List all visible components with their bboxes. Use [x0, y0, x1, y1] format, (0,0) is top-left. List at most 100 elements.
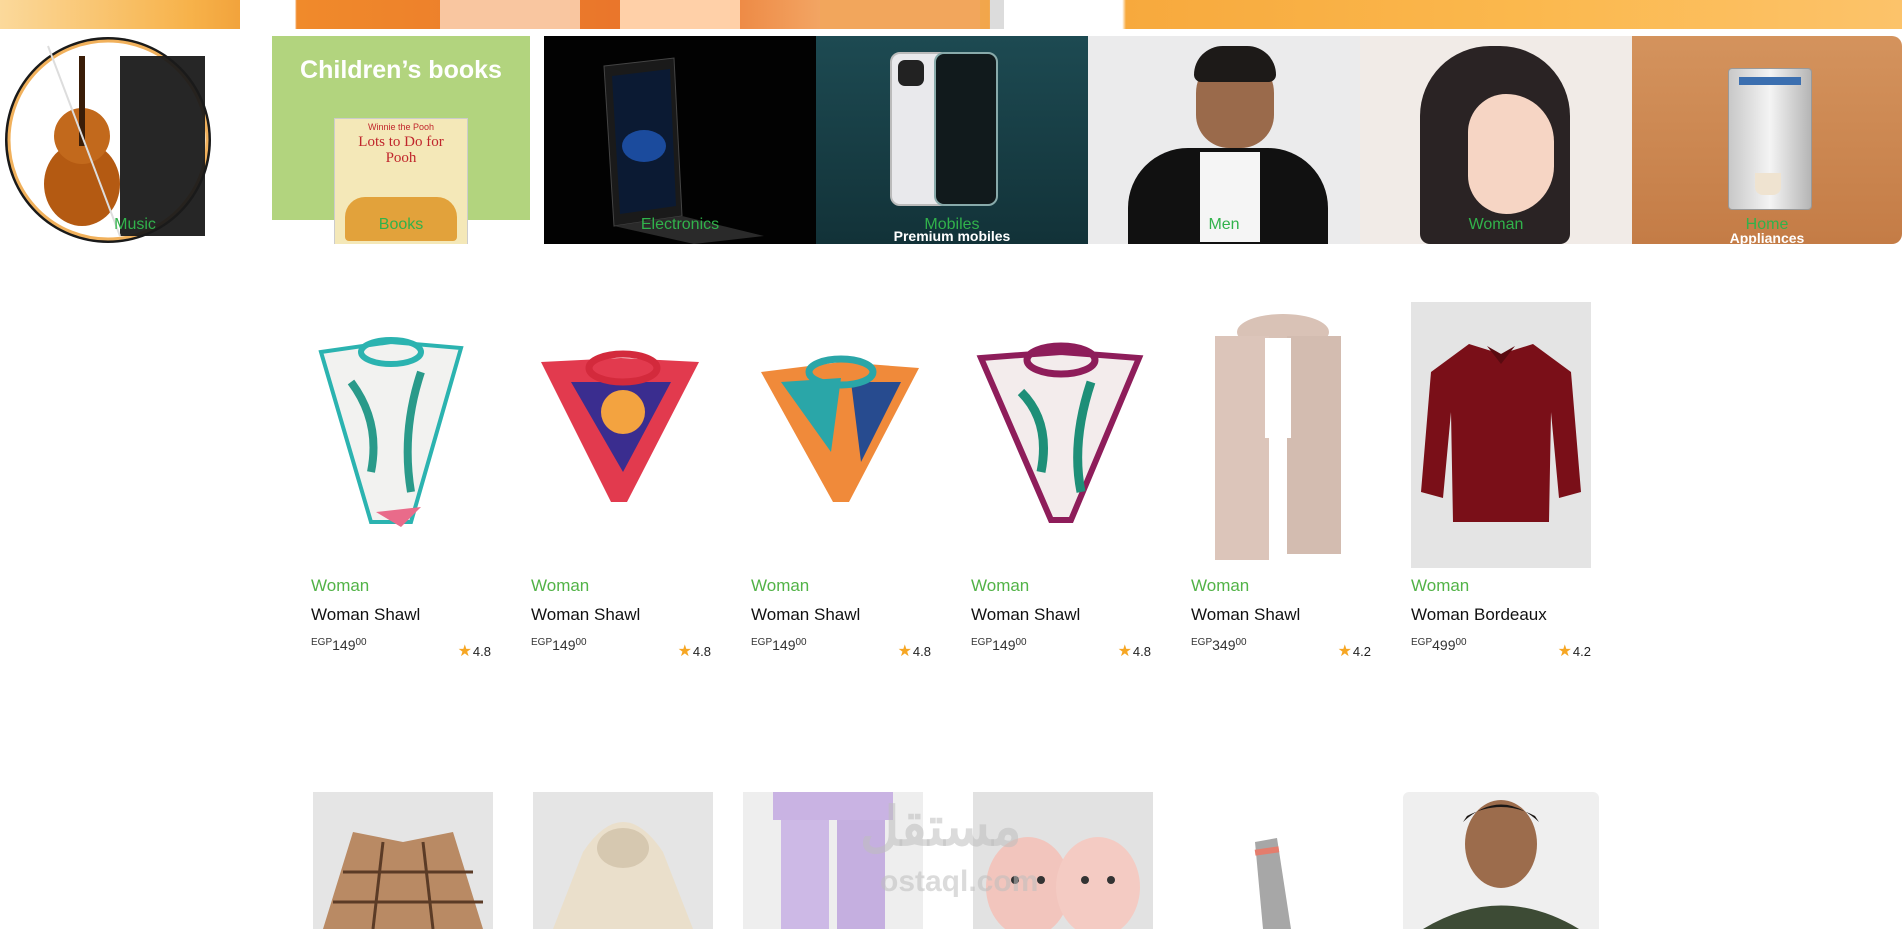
camera-module	[898, 60, 924, 86]
product-image	[531, 302, 711, 568]
price-dec: 00	[1235, 637, 1247, 648]
product-card[interactable]: Woman Woman Shawl EGP14900 ★4.8	[311, 302, 491, 660]
price-dec: 00	[355, 637, 367, 648]
product-card[interactable]: Woman Woman Shawl EGP34900 ★4.2	[1191, 302, 1371, 660]
banner-shape	[620, 0, 740, 29]
plaid-shirt-icon	[323, 832, 483, 929]
product-card-image[interactable]	[1403, 792, 1599, 929]
product-price: EGP34900	[1191, 637, 1247, 653]
star-icon: ★	[897, 643, 912, 660]
star-icon: ★	[1557, 643, 1572, 660]
category-label: Woman	[1468, 216, 1524, 233]
star-icon: ★	[1117, 643, 1132, 660]
product-card[interactable]: Woman Woman Shawl EGP14900 ★4.8	[971, 302, 1151, 660]
star-icon: ★	[677, 643, 692, 660]
product-card[interactable]: Woman Woman Shawl EGP14900 ★4.8	[751, 302, 931, 660]
currency: EGP	[531, 637, 553, 648]
price-dec: 00	[1015, 637, 1027, 648]
coffee-cup	[1755, 173, 1781, 195]
product-image	[1191, 302, 1371, 568]
socks-icon	[1254, 838, 1291, 929]
product-title[interactable]: Woman Shawl	[751, 605, 931, 625]
product-meta: EGP14900 ★4.8	[311, 637, 491, 660]
currency: EGP	[1411, 637, 1433, 648]
category-mobiles[interactable]: Premium mobiles Mobiles	[816, 36, 1088, 244]
category-label: Men	[1208, 216, 1240, 233]
product-card-image[interactable]	[313, 792, 493, 929]
banner-shape	[820, 0, 980, 29]
product-category: Woman	[311, 576, 370, 595]
currency: EGP	[311, 637, 333, 648]
product-image	[311, 302, 491, 568]
product-rating: ★4.8	[678, 641, 711, 661]
product-meta: EGP14900 ★4.8	[751, 637, 931, 660]
product-card-image[interactable]	[1193, 792, 1373, 929]
top-banner[interactable]	[0, 0, 1902, 29]
price-dec: 00	[575, 637, 587, 648]
price-int: 149	[552, 637, 576, 653]
category-woman[interactable]: Woman	[1360, 36, 1632, 244]
category-home[interactable]: Appliances Home	[1632, 36, 1902, 244]
product-rating: ★4.8	[458, 641, 491, 661]
product-price: EGP14900	[311, 637, 367, 653]
category-label: Home	[1745, 216, 1789, 233]
category-strip: Music Children’s books Winnie the Pooh L…	[0, 36, 1902, 244]
product-image	[971, 302, 1151, 568]
product-title[interactable]: Woman Shawl	[971, 605, 1151, 625]
product-category: Woman	[751, 576, 810, 595]
price-int: 149	[992, 637, 1016, 653]
currency: EGP	[751, 637, 773, 648]
product-rating: ★4.8	[1118, 641, 1151, 661]
product-category: Woman	[1411, 576, 1470, 595]
product-card-image[interactable]	[533, 792, 713, 929]
product-image	[751, 302, 931, 568]
category-electronics[interactable]: Electronics	[544, 36, 816, 244]
woman-face	[1468, 94, 1554, 214]
shirt-icon	[1421, 344, 1581, 522]
scarf-icon	[318, 337, 464, 527]
phone-image	[934, 52, 998, 206]
banner-shape	[440, 0, 580, 29]
coffee-machine-image	[1728, 68, 1812, 210]
product-price: EGP14900	[971, 637, 1027, 653]
laptop-icon	[603, 57, 764, 244]
category-men[interactable]: Men	[1088, 36, 1360, 244]
product-card[interactable]: Woman Woman Shawl EGP14900 ★4.8	[531, 302, 711, 660]
product-price: EGP14900	[531, 637, 587, 653]
scarf-icon	[976, 342, 1144, 523]
watermark: مستقل	[860, 797, 1022, 857]
product-title[interactable]: Woman Shawl	[1191, 605, 1371, 625]
rating-value: 4.8	[912, 644, 931, 659]
books-banner-title: Children’s books	[300, 56, 502, 84]
rating-value: 4.2	[1572, 644, 1591, 659]
product-category: Woman	[531, 576, 590, 595]
product-rating: ★4.8	[898, 641, 931, 661]
scarf-icon	[541, 350, 699, 502]
product-price: EGP49900	[1411, 637, 1467, 653]
violin-icon	[5, 37, 211, 243]
product-title[interactable]: Woman Bordeaux	[1411, 605, 1591, 625]
product-category: Woman	[971, 576, 1030, 595]
rating-value: 4.8	[1132, 644, 1151, 659]
machine-display	[1739, 77, 1801, 85]
product-title[interactable]: Woman Shawl	[311, 605, 491, 625]
banner-shape	[240, 0, 260, 29]
price-int: 149	[332, 637, 356, 653]
product-meta: EGP49900 ★4.2	[1411, 637, 1591, 660]
category-label: Electronics	[640, 216, 720, 233]
star-icon: ★	[1337, 643, 1352, 660]
scarf-icon	[1215, 314, 1341, 560]
product-card[interactable]: Woman Woman Bordeaux EGP49900 ★4.2	[1411, 302, 1591, 660]
category-music[interactable]: Music	[0, 36, 215, 244]
product-title[interactable]: Woman Shawl	[531, 605, 711, 625]
category-label: Music	[114, 216, 156, 233]
price-int: 149	[772, 637, 796, 653]
category-books[interactable]: Children’s books Winnie the Pooh Lots to…	[272, 36, 530, 244]
currency: EGP	[971, 637, 993, 648]
category-label: Mobiles	[924, 216, 980, 233]
currency: EGP	[1191, 637, 1213, 648]
rating-value: 4.8	[472, 644, 491, 659]
man-hair	[1194, 46, 1276, 82]
product-category: Woman	[1191, 576, 1250, 595]
book-title: Lots to Do for Pooh	[358, 134, 444, 166]
